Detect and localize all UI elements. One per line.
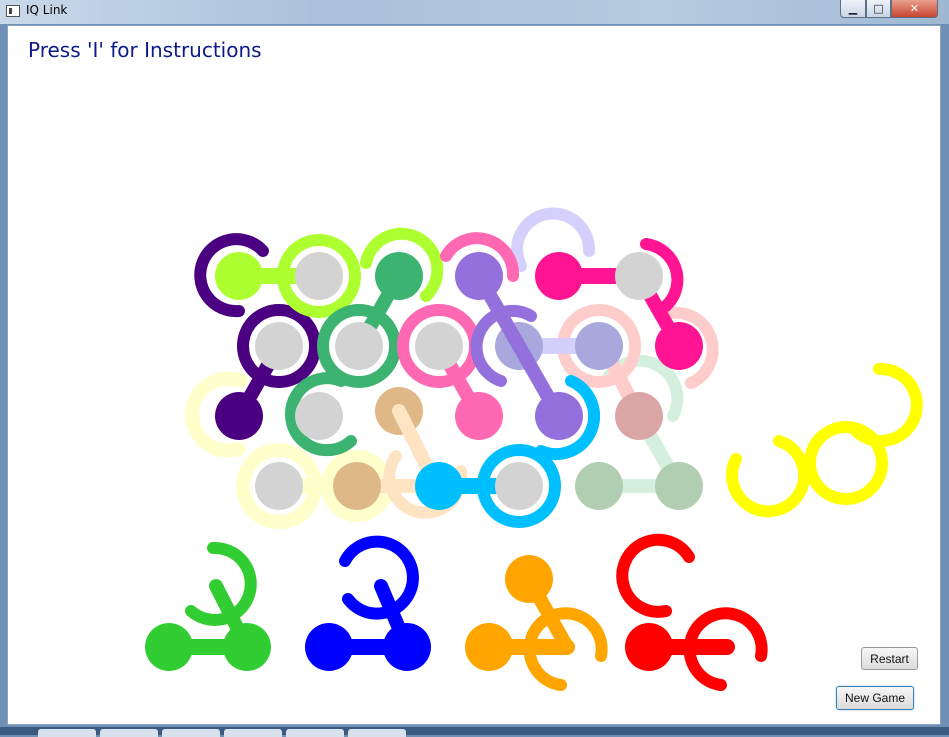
restart-button[interactable]: Restart [861,647,918,670]
taskbar-item[interactable] [224,729,282,737]
new-game-button[interactable]: New Game [836,686,914,710]
taskbar-item[interactable] [286,729,344,737]
taskbar [0,727,949,737]
close-button[interactable]: ✕ [891,0,938,18]
piece-green-spare[interactable] [145,541,271,671]
piece-red-spare[interactable] [616,533,768,691]
taskbar-item[interactable] [162,729,220,737]
game-board[interactable] [8,26,941,725]
maximize-button[interactable]: □ [866,0,891,18]
app-icon [6,5,20,17]
piece-yellow-spare[interactable] [726,362,923,518]
minimize-button[interactable]: ▁ [840,0,866,18]
taskbar-item[interactable] [38,729,96,737]
taskbar-item[interactable] [348,729,406,737]
window-title: IQ Link [26,3,68,17]
taskbar-item[interactable] [100,729,158,737]
piece-blue-spare[interactable] [305,535,431,671]
title-bar[interactable]: IQ Link ▁ □ ✕ [0,0,949,24]
piece-orange-spare[interactable] [465,555,608,691]
game-canvas[interactable]: Press 'I' for Instructions Restart New G… [7,25,941,725]
